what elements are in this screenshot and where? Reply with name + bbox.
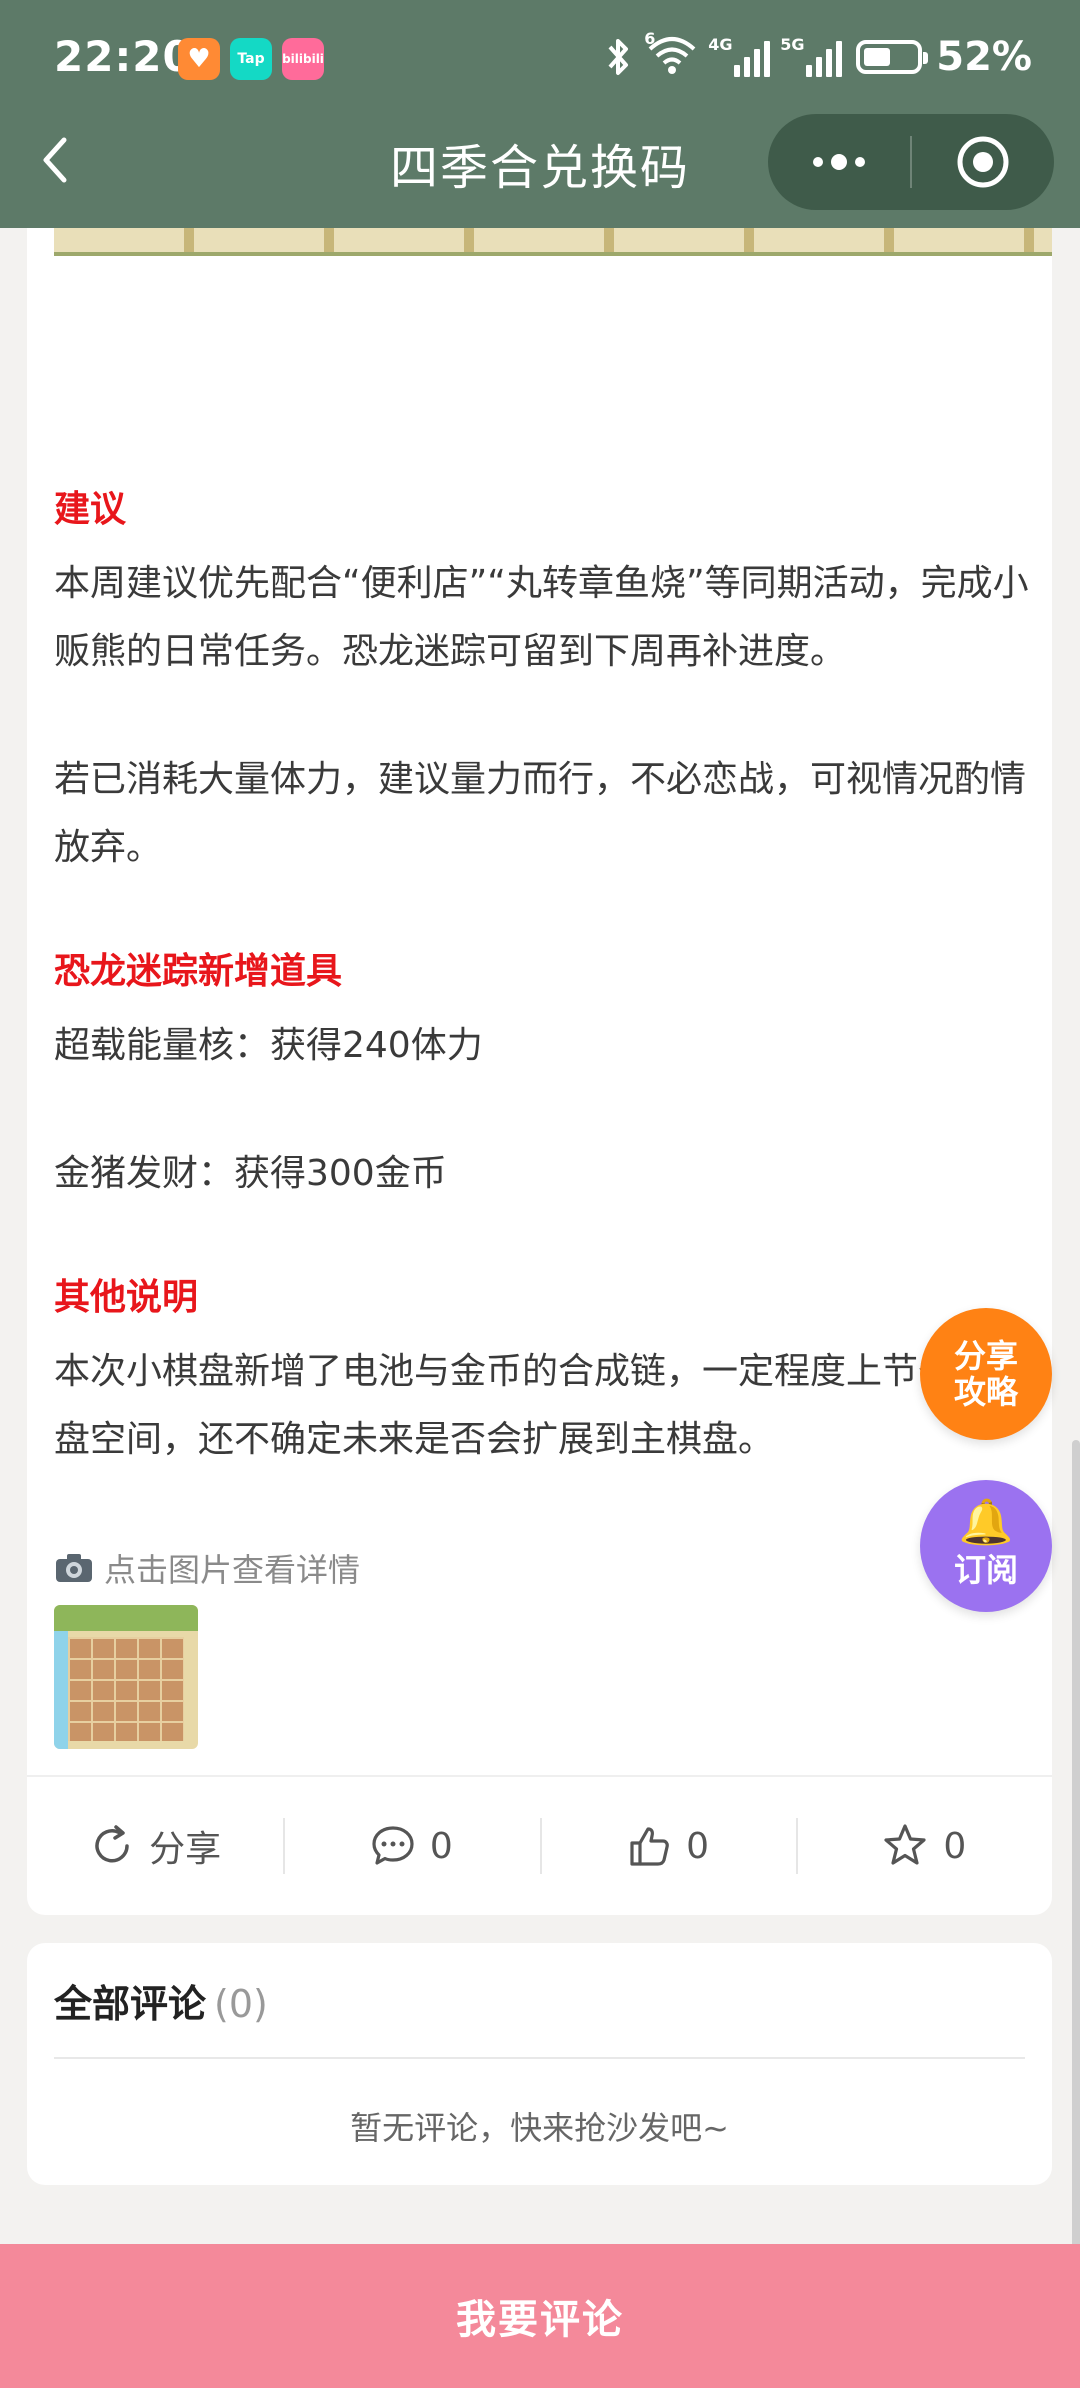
bell-icon: 🔔 (958, 1497, 1014, 1548)
comments-empty-text: 暂无评论，快来抢沙发吧~ (350, 2109, 729, 2147)
comments-section: 全部评论 (0) 暂无评论，快来抢沙发吧~ (27, 1943, 1052, 2185)
write-comment-button[interactable]: 我要评论 (0, 2244, 1080, 2388)
taptap-app-icon: Tap (230, 38, 272, 80)
subscribe-fab[interactable]: 🔔 订阅 (920, 1480, 1052, 1612)
like-count: 0 (686, 1825, 710, 1867)
comment-count: 0 (429, 1825, 453, 1867)
share-guide-fab[interactable]: 分享 攻略 (920, 1308, 1052, 1440)
more-dots-icon (813, 154, 865, 170)
battery-text: 52% (936, 34, 1032, 80)
section-title-new-items: 恐龙迷踪新增道具 (54, 951, 343, 992)
photo-hint-text: 点击图片查看详情 (104, 1551, 361, 1589)
paragraph-suggestion-2: 若已消耗大量体力，建议量力而行，不必恋战，可视情况酌情放弃。 (54, 759, 1027, 868)
comment-bubble-icon (372, 1826, 414, 1865)
status-bar: 22:20 ♥ Tap bilibili 6 4G 5G 52% (0, 0, 1080, 120)
favorite-count: 0 (943, 1825, 967, 1867)
share-icon (95, 1825, 129, 1863)
camera-icon (56, 1554, 92, 1582)
subscribe-label: 订阅 (953, 1551, 1018, 1589)
share-label: 分享 (149, 1829, 222, 1870)
wifi-badge: 6 (644, 29, 656, 48)
article-card: 建议 本周建议优先配合“便利店”“丸转章鱼烧”等同期活动，完成小贩熊的日常任务。… (27, 160, 1052, 1915)
article-thumbnail[interactable] (54, 1605, 198, 1749)
app-header: 22:20 ♥ Tap bilibili 6 4G 5G 52% 四季合兑换码 (0, 0, 1080, 228)
battery-level (864, 48, 891, 66)
bluetooth-icon (608, 39, 629, 75)
favorite-action-button[interactable]: 0 (795, 1818, 1052, 1874)
thumbnail-board (68, 1637, 184, 1741)
network-4g-label: 4G (708, 35, 733, 54)
paragraph-item-energy-core: 超载能量核：获得240体力 (54, 1025, 483, 1066)
photo-hint: 点击图片查看详情 (54, 1545, 360, 1591)
comments-count: (0) (214, 1982, 268, 2026)
close-miniprogram-button[interactable] (912, 114, 1054, 210)
action-bar: 分享 0 0 0 (27, 1777, 1052, 1915)
share-action-button[interactable]: 分享 (27, 1820, 283, 1872)
section-title-other-notes: 其他说明 (54, 1277, 199, 1318)
wifi-icon: 6 (644, 29, 698, 79)
comments-title: 全部评论 (54, 1982, 207, 2026)
signal-4g-icon: 4G (708, 35, 771, 77)
thumbnail-banner (54, 1605, 198, 1631)
notification-app-icons: ♥ Tap bilibili (178, 38, 324, 80)
thumbs-up-icon (630, 1827, 670, 1866)
share-guide-line2: 攻略 (953, 1373, 1018, 1411)
comments-divider (54, 2057, 1025, 2059)
section-title-suggestion: 建议 (54, 489, 127, 530)
like-action-button[interactable]: 0 (539, 1818, 796, 1874)
battery-icon (856, 40, 929, 74)
miniprogram-capsule (768, 114, 1054, 210)
star-icon (884, 1824, 927, 1865)
target-close-icon (957, 136, 1009, 188)
status-indicators: 6 4G 5G 52% (606, 29, 1032, 80)
signal-5g-icon: 5G (780, 35, 843, 77)
paragraph-suggestion-1: 本周建议优先配合“便利店”“丸转章鱼烧”等同期活动，完成小贩熊的日常任务。恐龙迷… (54, 563, 1029, 672)
share-guide-line1: 分享 (953, 1337, 1018, 1375)
thumbnail-sea (54, 1631, 68, 1749)
comments-header: 全部评论 (0) (54, 1973, 268, 2028)
network-5g-label: 5G (780, 35, 805, 54)
more-button[interactable] (768, 114, 910, 210)
paragraph-other-notes: 本次小棋盘新增了电池与金币的合成链，一定程度上节省了棋盘空间，还不确定未来是否会… (54, 1351, 1027, 1460)
comment-action-button[interactable]: 0 (283, 1818, 539, 1874)
heart-app-icon: ♥ (178, 38, 220, 80)
status-time: 22:20 (54, 32, 193, 81)
paragraph-item-golden-pig: 金猪发财：获得300金币 (54, 1153, 447, 1194)
bilibili-app-icon: bilibili (282, 38, 324, 80)
